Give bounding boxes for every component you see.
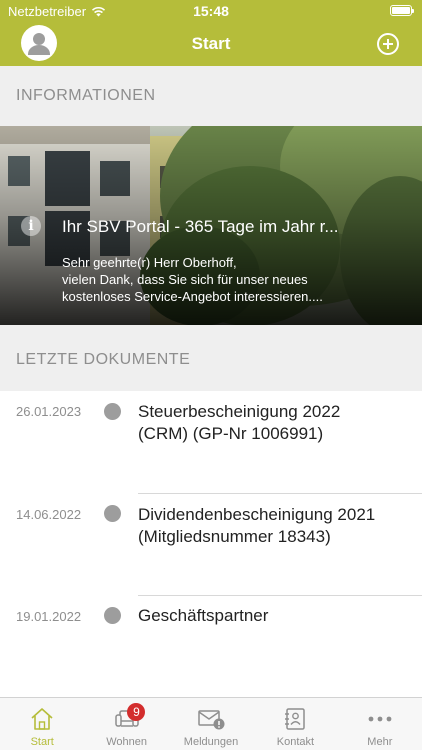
document-title-line: (Mitgliedsnummer 18343): [138, 527, 331, 546]
document-title-line: Dividendenbescheinigung 2021: [138, 505, 376, 524]
page-title: Start: [191, 34, 231, 53]
tab-kontakt[interactable]: Kontakt: [253, 698, 337, 750]
document-date: 19.01.2022: [16, 609, 82, 624]
document-title: Geschäftspartner: [138, 605, 408, 627]
document-status-dot: [104, 403, 121, 420]
document-row[interactable]: 14.06.2022 Dividendenbescheinigung 2021 …: [0, 494, 422, 595]
notification-badge: 9: [127, 703, 146, 721]
info-card-line: Sehr geehrte(r) Herr Oberhoff,: [62, 255, 237, 270]
info-card[interactable]: i Ihr SBV Portal - 365 Tage im Jahr r...…: [0, 126, 422, 325]
info-card-line: vielen Dank, dass Sie sich für unser neu…: [62, 272, 308, 287]
document-title-line: Steuerbescheinigung 2022: [138, 402, 341, 421]
add-button[interactable]: [376, 32, 400, 56]
info-card-body: Sehr geehrte(r) Herr Oberhoff, vielen Da…: [62, 254, 407, 305]
tab-label: Mehr: [367, 736, 393, 748]
tab-meldungen[interactable]: Meldungen: [169, 698, 253, 750]
tab-wohnen[interactable]: 9 Wohnen: [84, 698, 168, 750]
tab-label: Meldungen: [183, 736, 239, 748]
document-title-line: Geschäftspartner: [138, 606, 269, 625]
navigation-bar: Start: [0, 22, 422, 66]
document-status-dot: [104, 505, 121, 522]
section-header-letzte-dokumente: LETZTE DOKUMENTE: [0, 325, 422, 391]
section-header-informationen: INFORMATIONEN: [0, 66, 422, 126]
tab-bar: Start 9 Wohnen Meldungen Kontakt Mehr: [0, 697, 422, 750]
document-title: Steuerbescheinigung 2022 (CRM) (GP-Nr 10…: [138, 401, 408, 445]
document-date: 26.01.2023: [16, 404, 82, 419]
document-title: Dividendenbescheinigung 2021 (Mitgliedsn…: [138, 504, 408, 548]
tab-start[interactable]: Start: [0, 698, 84, 750]
clock: 15:48: [193, 3, 229, 19]
tab-label: Wohnen: [106, 736, 147, 748]
more-dots-icon: [368, 716, 392, 722]
battery-icon: [390, 5, 414, 16]
document-row[interactable]: 26.01.2023 Steuerbescheinigung 2022 (CRM…: [0, 391, 422, 493]
tab-label: Kontakt: [276, 736, 315, 748]
info-card-title: Ihr SBV Portal - 365 Tage im Jahr r...: [62, 217, 339, 236]
contact-book-icon: [285, 708, 306, 730]
document-title-line: (CRM) (GP-Nr 1006991): [138, 424, 324, 443]
document-status-dot: [104, 607, 121, 624]
info-card-line: kostenloses Service-Angebot interessiere…: [62, 289, 323, 304]
battery-level: [392, 7, 410, 14]
tab-label: Start: [30, 736, 54, 748]
envelope-alert-icon: [198, 710, 225, 730]
document-row[interactable]: 19.01.2022 Geschäftspartner: [0, 596, 422, 656]
info-icon: i: [21, 216, 41, 236]
tab-mehr[interactable]: Mehr: [338, 698, 422, 750]
document-date: 14.06.2022: [16, 507, 82, 522]
status-bar: Netzbetreiber 15:48: [0, 0, 422, 22]
home-icon: [31, 708, 53, 730]
